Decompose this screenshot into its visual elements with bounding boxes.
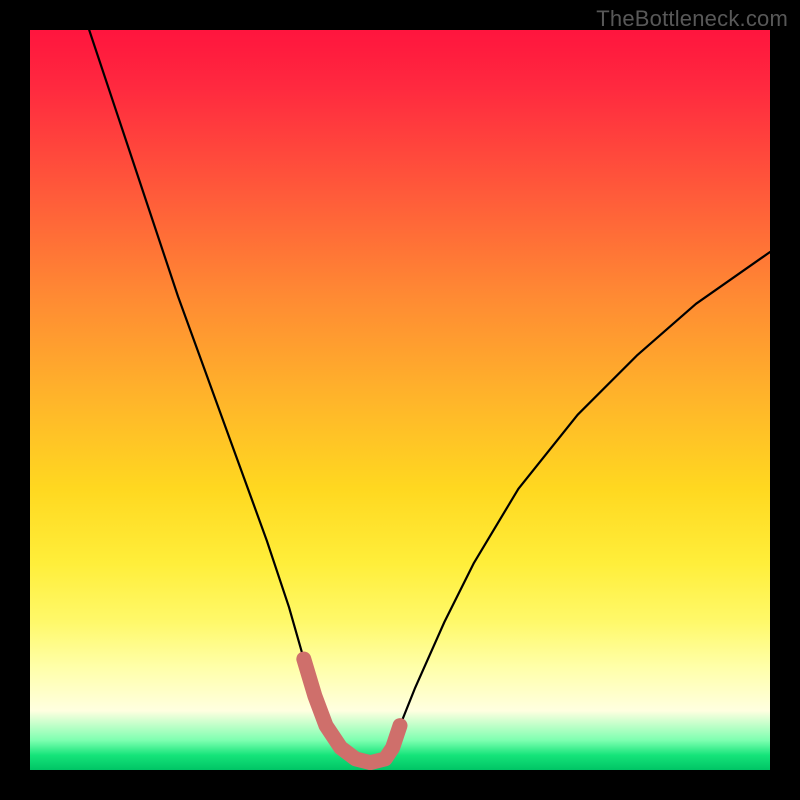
highlight-curve bbox=[304, 659, 400, 763]
chart-frame: TheBottleneck.com bbox=[0, 0, 800, 800]
curve-svg bbox=[30, 30, 770, 770]
plot-area bbox=[30, 30, 770, 770]
watermark-text: TheBottleneck.com bbox=[596, 6, 788, 32]
main-curve bbox=[89, 30, 770, 763]
